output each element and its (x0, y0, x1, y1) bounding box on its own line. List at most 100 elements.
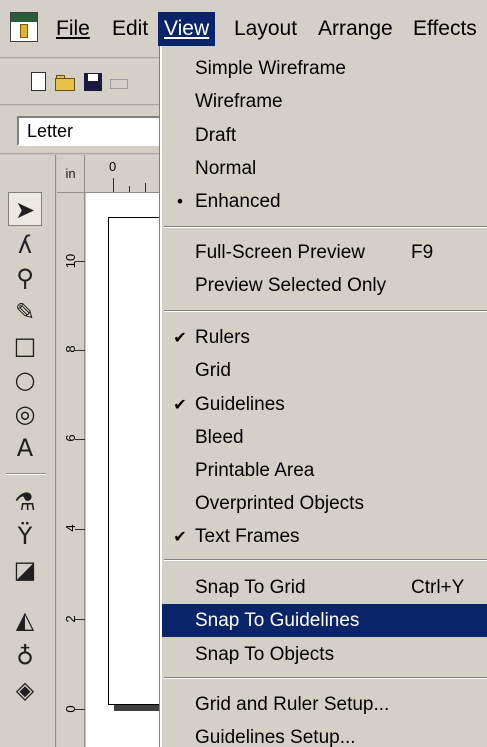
paper-size-select[interactable]: Letter (17, 116, 167, 146)
shape-tool-icon[interactable]: ʎ (8, 228, 42, 262)
interactive-fill-tool-icon[interactable]: ♁ (8, 639, 42, 673)
folder-icon (55, 78, 75, 91)
menu-item-snap-to-objects[interactable]: Snap To Objects (162, 638, 487, 671)
disk-label-icon (88, 74, 98, 81)
menu-item-label: Snap To Guidelines (195, 610, 360, 631)
v-ruler-tick (75, 529, 85, 530)
menu-view-label: View (164, 17, 210, 40)
menu-item-enhanced[interactable]: • Enhanced (162, 185, 487, 218)
check-icon: ✔ (173, 328, 187, 347)
menu-item-label: Printable Area (195, 460, 315, 481)
menu-layout[interactable]: Layout (228, 12, 303, 46)
menu-arrange-label: Arrange (318, 17, 393, 40)
menu-item-grid[interactable]: Grid (162, 354, 487, 387)
menu-item-label: Grid and Ruler Setup... (195, 694, 390, 715)
document-page[interactable] (108, 217, 168, 705)
menu-item-rulers[interactable]: ✔ Rulers (162, 321, 487, 354)
menu-separator (164, 677, 487, 679)
menu-view[interactable]: View (158, 12, 216, 46)
menu-item-normal[interactable]: Normal (162, 152, 487, 185)
menu-item-label: Preview Selected Only (195, 275, 387, 296)
bullet-icon: • (175, 192, 185, 211)
menu-separator (164, 226, 487, 228)
menu-item-overprinted-objects[interactable]: Overprinted Objects (162, 487, 487, 520)
menu-item-label: Guidelines (195, 394, 285, 415)
menu-item-preview-selected-only[interactable]: Preview Selected Only (162, 269, 487, 302)
ruler-origin[interactable]: in (57, 155, 85, 193)
menu-file[interactable]: File (50, 12, 96, 46)
v-ruler-label: 8 (63, 345, 78, 353)
menu-item-label: Enhanced (195, 191, 281, 212)
spiral-tool-icon[interactable]: ◎ (8, 397, 42, 431)
menu-edit-label: Edit (112, 17, 149, 40)
new-page-icon (31, 72, 46, 91)
menu-item-draft[interactable]: Draft (162, 119, 487, 152)
menu-item-label: Draft (195, 125, 237, 146)
menu-item-label: Rulers (195, 327, 250, 348)
menu-item-label: Grid (195, 360, 231, 381)
pen-icon (20, 24, 28, 38)
vertical-ruler[interactable]: 10 8 6 4 2 0 (57, 193, 85, 747)
new-document-button[interactable] (27, 71, 49, 93)
h-ruler-tick (145, 183, 146, 192)
h-ruler-tick (113, 178, 114, 192)
app-icon[interactable] (10, 12, 38, 42)
bucket-fill-tool-icon[interactable]: ◈ (8, 673, 42, 707)
menu-item-wireframe[interactable]: Wireframe (162, 85, 487, 118)
v-ruler-tick (75, 709, 85, 710)
menu-item-label: Full-Screen Preview (195, 242, 365, 263)
print-button[interactable] (108, 71, 130, 93)
v-ruler-tick (75, 261, 85, 262)
eyedropper-tool-icon[interactable]: ⚗ (8, 485, 42, 519)
menu-item-label: Bleed (195, 427, 244, 448)
check-icon: ✔ (173, 527, 187, 546)
menu-item-label: Snap To Objects (195, 644, 335, 665)
text-tool-icon[interactable]: A (8, 431, 42, 465)
menu-item-simple-wireframe[interactable]: Simple Wireframe (162, 52, 487, 85)
v-ruler-tick (75, 439, 85, 440)
menu-edit[interactable]: Edit (106, 12, 154, 46)
menu-file-label: File (56, 17, 90, 40)
menu-item-guidelines-setup[interactable]: Guidelines Setup... (162, 721, 487, 747)
rectangle-tool-icon[interactable]: □ (8, 329, 42, 363)
pick-tool-icon[interactable]: ➤ (8, 192, 42, 226)
menu-item-bleed[interactable]: Bleed (162, 421, 487, 454)
zoom-tool-icon[interactable]: ⚲ (8, 261, 42, 295)
menu-item-full-screen-preview[interactable]: Full-Screen Preview F9 (162, 236, 487, 269)
ellipse-tool-icon[interactable]: ○ (8, 363, 42, 397)
menu-item-text-frames[interactable]: ✔ Text Frames (162, 520, 487, 553)
v-ruler-tick (75, 619, 85, 620)
toolbox: ➤ ʎ ⚲ ✎ □ ○ ◎ A ⚗ Ÿ ◪ ◭ ♁ ◈ (0, 155, 56, 747)
menu-item-label: Snap To Grid (195, 577, 306, 598)
menu-arrange[interactable]: Arrange (312, 12, 399, 46)
menu-item-label: Guidelines Setup... (195, 727, 356, 747)
menu-item-shortcut: Ctrl+Y (411, 577, 465, 598)
v-ruler-tick (75, 350, 85, 351)
menu-item-label: Wireframe (195, 91, 283, 112)
h-ruler-tick (129, 186, 130, 192)
menu-item-label: Normal (195, 158, 257, 179)
save-button[interactable] (82, 71, 104, 93)
check-icon: ✔ (173, 395, 187, 414)
menu-item-label: Text Frames (195, 526, 300, 547)
menu-layout-label: Layout (234, 17, 298, 40)
menu-item-guidelines[interactable]: ✔ Guidelines (162, 388, 487, 421)
freehand-tool-icon[interactable]: ✎ (8, 295, 42, 329)
menu-item-printable-area[interactable]: Printable Area (162, 454, 487, 487)
h-ruler-label: 0 (109, 159, 117, 174)
menu-separator (164, 559, 487, 561)
fill-tool-icon[interactable]: ◭ (8, 603, 42, 637)
app-icon-header (11, 13, 37, 22)
toolbox-divider (6, 473, 46, 475)
menu-separator (164, 310, 487, 312)
interactive-blend-tool-icon[interactable]: Ÿ (8, 519, 42, 553)
menu-effects[interactable]: Effects (407, 12, 483, 46)
menu-item-snap-to-guidelines[interactable]: Snap To Guidelines (162, 604, 487, 637)
menu-item-shortcut: F9 (411, 242, 434, 263)
open-button[interactable] (54, 71, 76, 93)
menu-item-label: Simple Wireframe (195, 58, 346, 79)
v-ruler-label: 4 (63, 524, 78, 532)
menu-item-grid-and-ruler-setup[interactable]: Grid and Ruler Setup... (162, 688, 487, 721)
outline-tool-icon[interactable]: ◪ (8, 553, 42, 587)
menu-item-snap-to-grid[interactable]: Snap To Grid Ctrl+Y (162, 571, 487, 604)
